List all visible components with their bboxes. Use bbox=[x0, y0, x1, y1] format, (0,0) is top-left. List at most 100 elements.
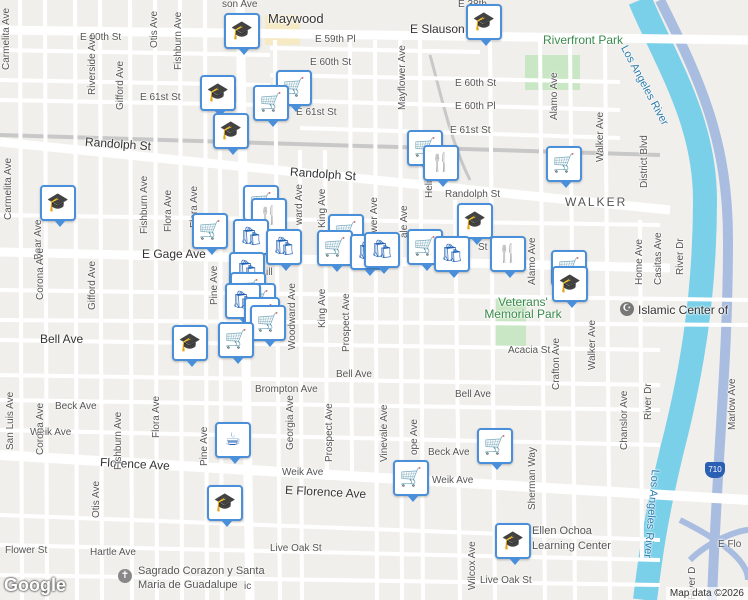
street-florence-west: Florence Ave bbox=[99, 455, 171, 473]
street-georgia: Georgia Ave bbox=[285, 395, 296, 450]
street-e-60th-pl: E 60th Pl bbox=[455, 101, 496, 112]
street-corona-south: Corona Ave bbox=[35, 402, 46, 455]
street-e-gage: E Gage Ave bbox=[142, 247, 206, 261]
street-carmelita-north: Carmelita Ave bbox=[1, 7, 12, 70]
store-marker[interactable]: 🛒 bbox=[192, 213, 228, 255]
street-e-flo-edge: E Flo bbox=[718, 539, 742, 550]
shopping-cart-icon: 🛒 bbox=[259, 92, 283, 113]
street-live-oak: Live Oak St bbox=[270, 543, 322, 554]
street-fishburn-north: Fishburn Ave bbox=[173, 11, 184, 70]
school-marker[interactable]: 🎓 bbox=[495, 523, 531, 565]
street-pine-north: Pine Ave bbox=[209, 265, 220, 305]
school-marker[interactable]: 🎓 bbox=[224, 13, 260, 55]
street-e-61st-east: E 61st St bbox=[450, 125, 491, 136]
school-marker[interactable]: 🎓 bbox=[552, 266, 588, 308]
graduation-cap-icon: 🎓 bbox=[178, 332, 202, 353]
graduation-cap-icon: 🎓 bbox=[558, 273, 582, 294]
google-logo: Google bbox=[4, 575, 66, 595]
street-marlow: Marlow Ave bbox=[727, 378, 738, 430]
church-label-line2: Maria de Guadalupe bbox=[138, 579, 238, 591]
street-e-61st-west: E 61st St bbox=[140, 92, 181, 103]
shopping-bag-icon: 🛍 bbox=[440, 243, 464, 264]
street-gifford-south: Gifford Ave bbox=[87, 260, 98, 310]
street-wilcox: Wilcox Ave bbox=[467, 541, 478, 590]
school-marker[interactable]: 🎓 bbox=[213, 113, 249, 155]
graduation-cap-icon: 🎓 bbox=[501, 530, 525, 551]
school-label-line2: Learning Center bbox=[532, 540, 611, 552]
cafe-marker[interactable]: ☕ bbox=[215, 422, 251, 464]
street-flower-st: Flower St bbox=[5, 545, 48, 556]
street-hope: ope Ave bbox=[409, 419, 420, 455]
street-gifford-north: Gifford Ave bbox=[115, 60, 126, 110]
restaurant-marker[interactable]: 🍴 bbox=[423, 145, 459, 187]
shopping-cart-icon: 🛒 bbox=[198, 220, 222, 241]
street-otis-south: Otis Ave bbox=[91, 480, 102, 518]
graduation-cap-icon: 🎓 bbox=[463, 210, 487, 231]
store-marker[interactable]: 🛒 bbox=[477, 428, 513, 470]
shop-marker[interactable]: 🛍 bbox=[266, 229, 302, 271]
map-canvas[interactable]: Maywood WALKER Riverfront Park Veterans'… bbox=[0, 0, 748, 600]
school-marker[interactable]: 🎓 bbox=[40, 185, 76, 227]
graduation-cap-icon: 🎓 bbox=[219, 120, 243, 141]
street-e-61st-mid: E 61st St bbox=[296, 107, 337, 118]
shop-marker[interactable]: 🛍 bbox=[233, 219, 269, 261]
store-marker[interactable]: 🛒 bbox=[546, 146, 582, 188]
street-riverside: Riverside Ave bbox=[87, 34, 98, 95]
street-fishburn-mid: Fishburn Ave bbox=[139, 175, 150, 234]
street-sherman: Sherman Way bbox=[527, 447, 538, 510]
restaurant-marker[interactable]: 🍴 bbox=[490, 236, 526, 278]
street-corona-north: Corona Ave bbox=[35, 247, 46, 300]
street-bell-east: Bell Ave bbox=[455, 389, 491, 400]
street-weik-east: Weik Ave bbox=[432, 475, 474, 486]
shop-marker[interactable]: 🛍 bbox=[364, 232, 400, 274]
street-flora-south: Flora Ave bbox=[151, 395, 162, 438]
street-live-oak-east: Live Oak St bbox=[480, 575, 532, 586]
street-randolph-east: Randolph St bbox=[445, 189, 501, 200]
school-marker[interactable]: 🎓 bbox=[172, 325, 208, 367]
graduation-cap-icon: 🎓 bbox=[46, 192, 70, 213]
store-marker[interactable]: 🛒 bbox=[253, 85, 289, 127]
store-marker[interactable]: 🛒 bbox=[393, 460, 429, 502]
street-san-luis: San Luis Ave bbox=[5, 391, 16, 450]
street-prospect-north: Prospect Ave bbox=[341, 293, 352, 352]
street-ic-edge: ic bbox=[244, 581, 252, 592]
coffee-cup-icon: ☕ bbox=[224, 429, 242, 450]
street-bell-mid: Bell Ave bbox=[336, 369, 372, 380]
street-vinevale: Vinevale Ave bbox=[379, 404, 390, 462]
school-marker[interactable]: 🎓 bbox=[200, 75, 236, 117]
shopping-cart-icon: 🛒 bbox=[483, 435, 507, 456]
street-woodward: Woodward Ave bbox=[287, 283, 298, 350]
street-casitas: Casitas Ave bbox=[653, 232, 664, 285]
shopping-cart-icon: 🛒 bbox=[256, 312, 280, 333]
street-e-59th-pl: E 59th Pl bbox=[315, 34, 356, 45]
city-label: Maywood bbox=[268, 11, 324, 26]
street-district: District Blvd bbox=[639, 135, 650, 188]
street-alamo-north: Alamo Ave bbox=[549, 72, 560, 120]
school-marker[interactable]: 🎓 bbox=[466, 4, 502, 46]
street-king-south: King Ave bbox=[317, 288, 328, 328]
shop-marker[interactable]: 🛍 bbox=[434, 236, 470, 278]
mosque-icon: ☪ bbox=[620, 302, 634, 316]
store-marker[interactable]: 🛒 bbox=[317, 230, 353, 272]
store-marker[interactable]: 🛒 bbox=[250, 305, 286, 347]
shopping-cart-icon: 🛒 bbox=[224, 329, 248, 350]
school-marker[interactable]: 🎓 bbox=[207, 485, 243, 527]
street-prospect-south: Prospect Ave bbox=[324, 403, 335, 462]
street-flora-north: Flora Ave bbox=[163, 189, 174, 232]
graduation-cap-icon: 🎓 bbox=[213, 492, 237, 513]
map-attribution[interactable]: Map data ©2026 bbox=[665, 587, 748, 600]
neighborhood-label: WALKER bbox=[565, 195, 628, 209]
street-chanslor: Chanslor Ave bbox=[619, 390, 630, 450]
church-label-line1: Sagrado Corazon y Santa bbox=[138, 565, 265, 577]
shopping-cart-icon: 🛒 bbox=[413, 236, 437, 257]
street-ward: ward Ave bbox=[294, 184, 305, 225]
street-acacia: Acacia St bbox=[508, 345, 551, 356]
street-mayflower: Mayflower Ave bbox=[397, 45, 408, 110]
store-marker[interactable]: 🛒 bbox=[218, 322, 254, 364]
street-brompton: Brompton Ave bbox=[255, 384, 318, 395]
street-king-north: King Ave bbox=[317, 188, 328, 228]
street-home: Home Ave bbox=[634, 239, 645, 285]
street-hartle: Hartle Ave bbox=[90, 547, 136, 558]
street-otis-north: Otis Ave bbox=[149, 10, 160, 48]
school-marker[interactable]: 🎓 bbox=[457, 203, 493, 245]
